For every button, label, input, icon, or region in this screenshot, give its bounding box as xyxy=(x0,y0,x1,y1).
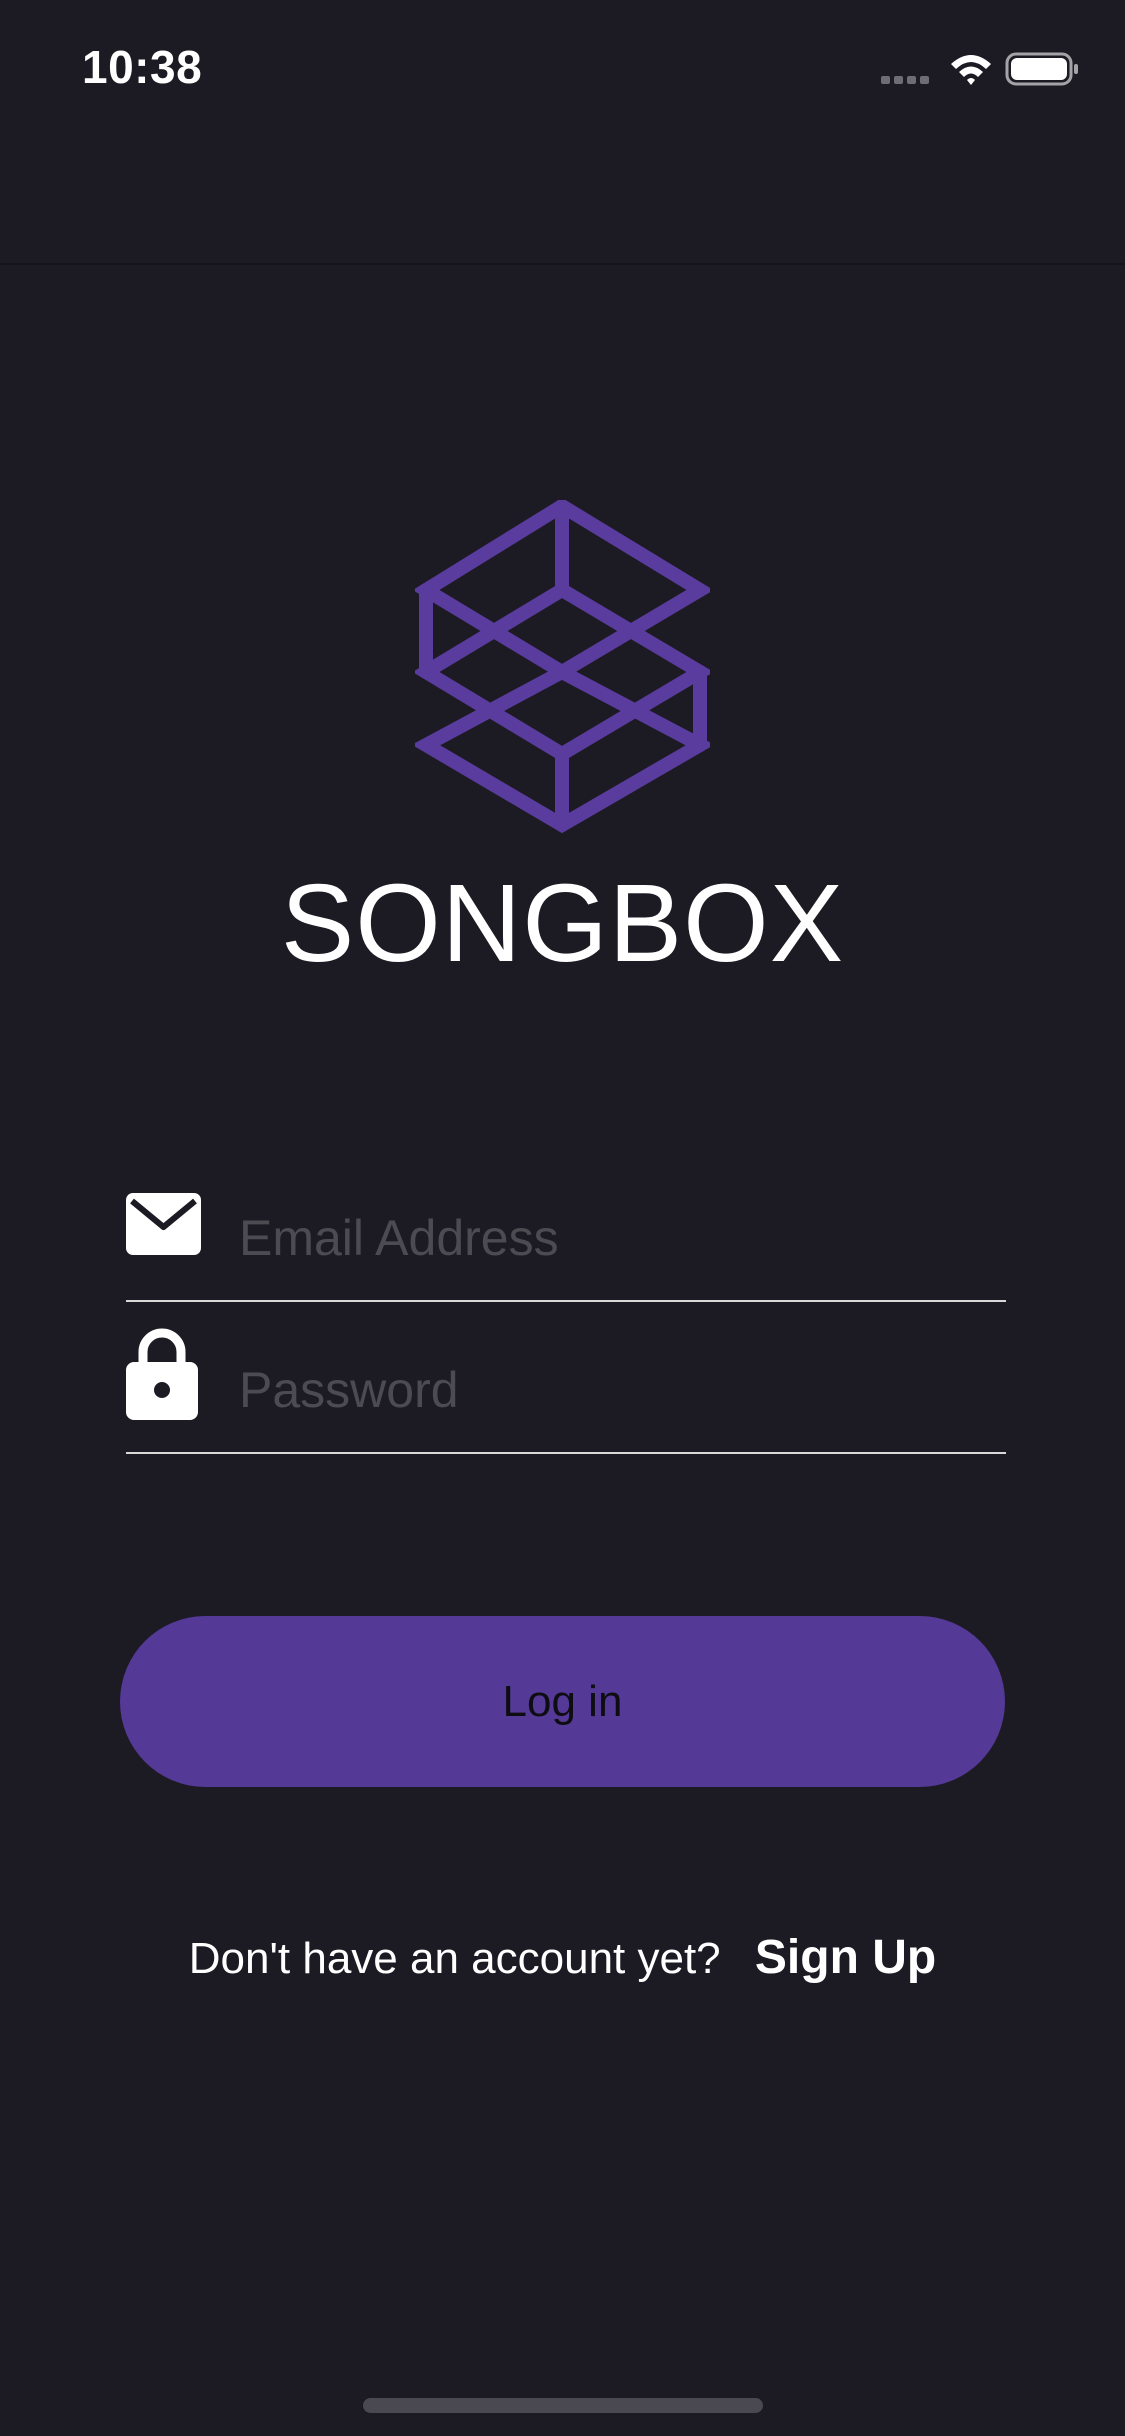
app-name: SONGBOX xyxy=(280,862,845,985)
home-indicator[interactable] xyxy=(363,2398,763,2413)
signup-row: Don't have an account yet? Sign Up xyxy=(0,1930,1125,1985)
signup-link[interactable]: Sign Up xyxy=(755,1931,936,1984)
email-field xyxy=(126,1188,1006,1302)
status-bar: 10:38 xyxy=(0,0,1125,132)
envelope-icon xyxy=(126,1193,201,1260)
nav-divider xyxy=(0,263,1125,265)
email-input[interactable] xyxy=(239,1188,999,1288)
battery-icon xyxy=(1005,52,1078,86)
login-button[interactable]: Log in xyxy=(120,1616,1005,1787)
cellular-signal-icon xyxy=(881,76,929,84)
lock-icon xyxy=(126,1324,198,1425)
wifi-icon xyxy=(951,55,991,85)
password-field xyxy=(126,1328,1006,1454)
songbox-logo-icon xyxy=(411,497,715,840)
status-time: 10:38 xyxy=(82,41,203,93)
password-input[interactable] xyxy=(239,1340,999,1440)
status-icons xyxy=(881,50,1081,90)
signup-prompt: Don't have an account yet? xyxy=(188,1934,721,1983)
